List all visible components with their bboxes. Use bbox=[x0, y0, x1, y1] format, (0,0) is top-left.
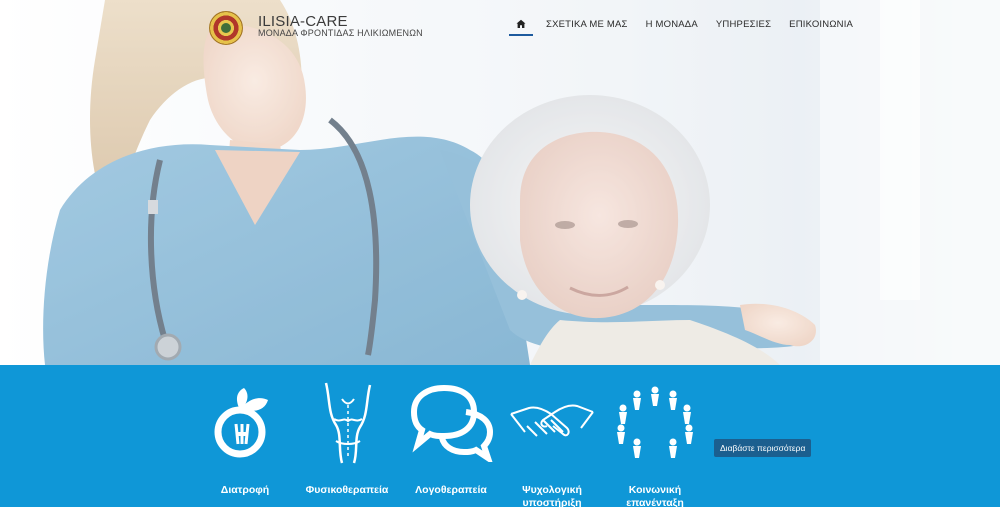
nav-item-home[interactable] bbox=[509, 14, 533, 36]
service-label: Ψυχολογική υποστήριξη bbox=[522, 484, 582, 507]
main-nav: ΣΧΕΤΙΚΑ ΜΕ ΜΑΣ Η ΜΟΝΑΔΑ ΥΠΗΡΕΣΙΕΣ ΕΠΙΚΟΙ… bbox=[509, 14, 862, 36]
speech-bubbles-icon bbox=[410, 384, 494, 462]
service-label: Διατροφή bbox=[220, 484, 270, 496]
brand-subtitle: ΜΟΝΑΔΑ ΦΡΟΝΤΙΔΑΣ ΗΛΙΚΙΩΜΕΝΩΝ bbox=[258, 28, 423, 38]
nav-item-services[interactable]: ΥΠΗΡΕΣΙΕΣ bbox=[707, 14, 780, 34]
logo-seal-icon[interactable] bbox=[209, 11, 243, 45]
physiotherapy-icon bbox=[324, 382, 372, 464]
service-social-reintegration[interactable]: Κοινωνική επανένταξη bbox=[600, 365, 710, 507]
service-label: Φυσικοθεραπεία bbox=[305, 484, 389, 496]
service-label: Κοινωνική επανένταξη bbox=[626, 484, 684, 507]
read-more-button[interactable]: Διαβάστε περισσότερα bbox=[714, 439, 812, 457]
service-speech-therapy[interactable]: Λογοθεραπεία bbox=[396, 365, 506, 507]
site-header: ILISIA-CARE ΜΟΝΑΔΑ ΦΡΟΝΤΙΔΑΣ ΗΛΙΚΙΩΜΕΝΩΝ… bbox=[0, 0, 1000, 50]
hero-image bbox=[0, 0, 1000, 365]
service-physiotherapy[interactable]: Φυσικοθεραπεία bbox=[292, 365, 402, 507]
home-icon bbox=[516, 19, 526, 28]
hero-photo-nurse-and-elder bbox=[0, 0, 1000, 365]
nav-item-about[interactable]: ΣΧΕΤΙΚΑ ΜΕ ΜΑΣ bbox=[537, 14, 637, 34]
nav-item-contact[interactable]: ΕΠΙΚΟΙΝΩΝΙΑ bbox=[780, 14, 862, 34]
nutrition-icon bbox=[214, 388, 268, 458]
service-psychological-support[interactable]: Ψυχολογική υποστήριξη bbox=[497, 365, 607, 507]
service-nutrition[interactable]: Διατροφή bbox=[190, 365, 300, 507]
service-label: Λογοθεραπεία bbox=[415, 484, 487, 496]
handshake-icon bbox=[510, 404, 594, 437]
nav-item-unit[interactable]: Η ΜΟΝΑΔΑ bbox=[637, 14, 707, 34]
services-band: Διατροφή Φυσικοθεραπεία Λογοθεραπεία Ψυχ… bbox=[0, 365, 1000, 507]
community-circle-icon bbox=[617, 386, 693, 458]
